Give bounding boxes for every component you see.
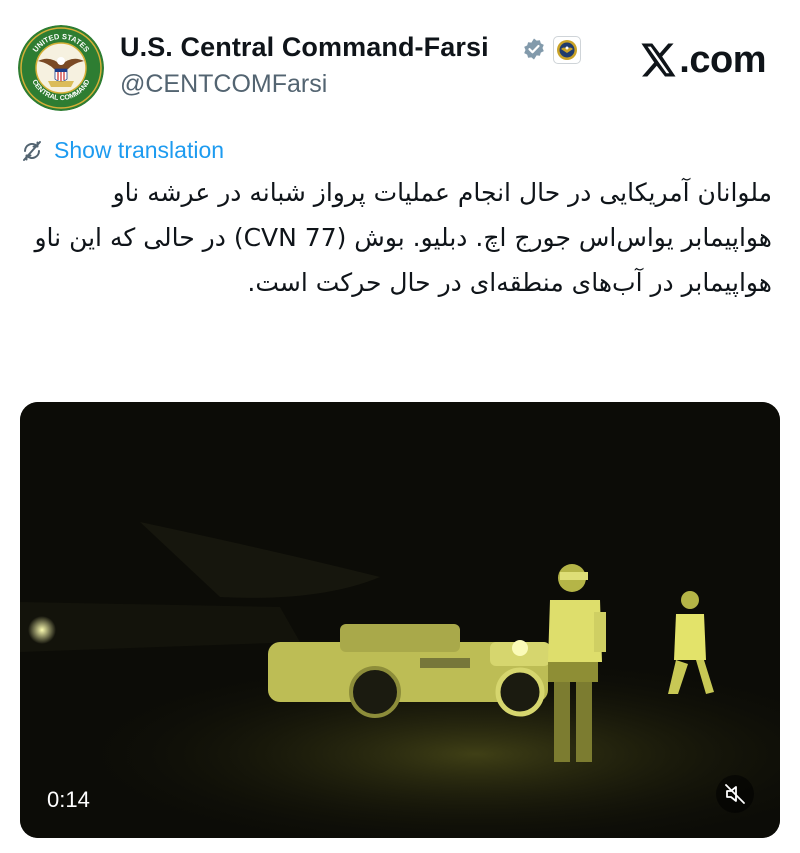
site-name: .com — [679, 38, 766, 81]
display-name[interactable]: U.S. Central Command-Farsi — [120, 32, 489, 63]
muted-speaker-icon — [725, 784, 745, 804]
site-brand: .com — [641, 38, 766, 82]
show-translation-link[interactable]: Show translation — [20, 137, 224, 164]
handle[interactable]: @CENTCOMFarsi — [120, 70, 327, 99]
tweet-text: ملوانان آمریکایی در حال انجام عملیات پرو… — [34, 178, 772, 297]
department-of-defense-seal-icon[interactable] — [553, 36, 581, 64]
x-logo-icon — [641, 43, 676, 77]
translate-icon — [23, 140, 41, 161]
avatar[interactable]: UNITED STATES CENTRAL COMMAND — [18, 25, 104, 111]
mute-button[interactable] — [716, 775, 754, 813]
show-translation-label: Show translation — [54, 137, 225, 163]
video-frame — [20, 402, 780, 838]
united-states-central-command-seal-icon: UNITED STATES CENTRAL COMMAND — [18, 25, 104, 111]
video-timestamp: 0:14 — [47, 787, 90, 812]
video-player[interactable]: 0:14 — [20, 402, 780, 838]
verified-badge-icon — [524, 38, 544, 60]
